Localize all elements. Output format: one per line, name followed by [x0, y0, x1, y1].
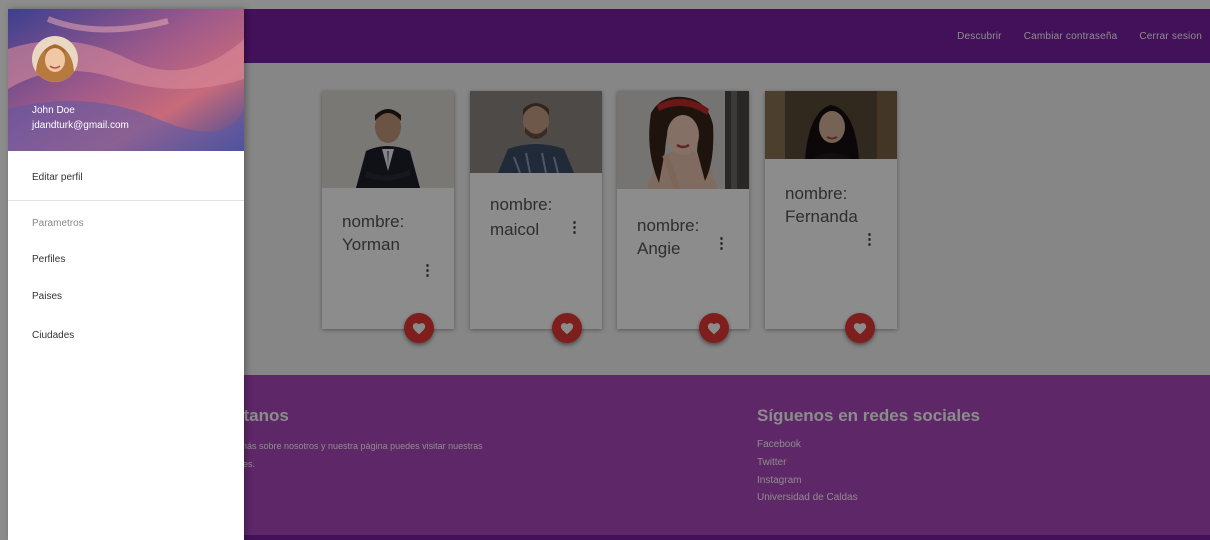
- sidenav-edit-profile[interactable]: Editar perfil: [32, 172, 83, 183]
- avatar-image: [32, 36, 78, 82]
- sidenav-item-perfiles[interactable]: Perfiles: [32, 254, 65, 265]
- sidenav-item-ciudades[interactable]: Ciudades: [32, 330, 74, 341]
- user-name: John Doe: [32, 105, 75, 116]
- sidenav-section-parametros: Parametros: [32, 218, 84, 229]
- user-avatar: [32, 36, 78, 82]
- sidenav-divider: [8, 200, 244, 201]
- side-navigation: John Doe jdandturk@gmail.com Editar perf…: [8, 9, 244, 540]
- user-email: jdandturk@gmail.com: [32, 120, 129, 131]
- sidenav-header: John Doe jdandturk@gmail.com: [8, 9, 244, 151]
- sidenav-item-paises[interactable]: Paises: [32, 291, 62, 302]
